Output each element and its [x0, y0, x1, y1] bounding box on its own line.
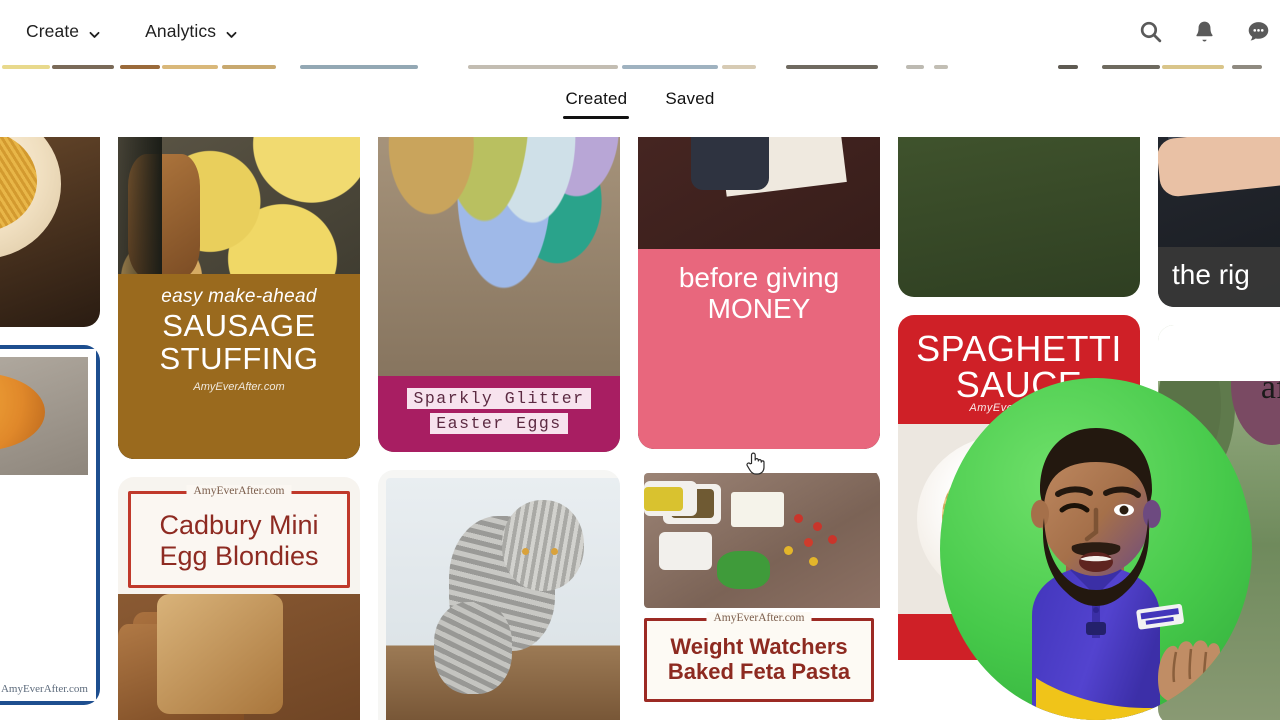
- tab-created[interactable]: Created: [563, 89, 630, 119]
- top-navigation-bar: Create Analytics: [0, 0, 1280, 63]
- messages-icon[interactable]: [1246, 19, 1272, 45]
- pinterest-profile-page: ents to table one ight king CK!: [0, 0, 1280, 720]
- pin-image: What to do when you forget to wear your …: [898, 137, 1140, 297]
- pin-card[interactable]: the rig: [1158, 137, 1280, 307]
- pin-title-line1: Sparkly Glitter: [407, 388, 591, 409]
- pin-title-frame: AmyEverAfter.com Weight Watchers Baked F…: [644, 612, 874, 702]
- mouse-cursor-pointer: [744, 450, 766, 476]
- chevron-down-icon: [225, 25, 238, 38]
- profile-tab-bar: Created Saved: [0, 71, 1280, 137]
- pin-card[interactable]: ents to table: [0, 137, 100, 327]
- pin-source: AmyEverAfter.com: [186, 485, 292, 497]
- pin-title: one ight king CK!: [0, 469, 96, 653]
- pin-column: easy make-ahead SAUSAGE STUFFING AmyEver…: [118, 137, 360, 720]
- pin-title-band: easy make-ahead SAUSAGE STUFFING AmyEver…: [118, 274, 360, 459]
- pin-title-line2: STUFFING: [159, 340, 319, 376]
- pin-image: one ight king CK! AmyEverAfter.com: [0, 345, 100, 705]
- pin-image: the rig: [1158, 137, 1280, 307]
- pin-card[interactable]: Sparkly Glitter Easter Eggs: [378, 137, 620, 452]
- pin-title-line1: before giving: [678, 262, 840, 293]
- chevron-down-icon: [88, 25, 101, 38]
- pin-title-line1: Weight Watchers: [670, 634, 848, 659]
- pin-title-line2: Baked Feta Pasta: [667, 658, 851, 684]
- pin-title-line2: MONEY: [707, 292, 811, 324]
- pin-column: before giving MONEY AmyEverAfter.com Wei…: [638, 137, 880, 720]
- pin-card[interactable]: before giving MONEY: [638, 137, 880, 449]
- pin-card[interactable]: AmyEverAfter.com How to Keep Ants Out of…: [378, 470, 620, 720]
- pin-title-line2: Easter Eggs: [430, 413, 568, 434]
- pin-source: AmyEverAfter.com: [706, 612, 812, 624]
- pin-title-band: the rig: [1158, 247, 1280, 307]
- pin-column: ents to table one ight king CK!: [0, 137, 100, 720]
- tab-label: Created: [565, 89, 628, 108]
- pin-subtitle: easy make-ahead: [161, 286, 317, 307]
- bell-icon[interactable]: [1192, 19, 1218, 45]
- pin-image: [118, 594, 360, 720]
- pin-title-frame: AmyEverAfter.com Cadbury Mini Egg Blondi…: [128, 485, 350, 588]
- nav-item-create[interactable]: Create: [26, 21, 101, 42]
- pin-title-line1: Cadbury Mini: [159, 510, 319, 540]
- pin-title-line1: SAUSAGE: [162, 308, 316, 343]
- search-icon[interactable]: [1138, 19, 1164, 45]
- pin-image: [386, 478, 620, 720]
- tab-saved[interactable]: Saved: [665, 89, 714, 119]
- pin-source: AmyEverAfter.com: [0, 683, 88, 695]
- nav-item-label: Create: [26, 21, 80, 41]
- pin-card[interactable]: AmyEverAfter.com Weight Watchers Baked F…: [638, 467, 880, 707]
- pin-image: easy make-ahead SAUSAGE STUFFING AmyEver…: [118, 137, 360, 459]
- nav-left-group: Create Analytics: [0, 21, 238, 42]
- pin-top-peek-strip: [0, 63, 1280, 71]
- tab-label: Saved: [665, 89, 715, 108]
- presenter-webcam: [940, 378, 1252, 720]
- pin-frame: one ight king CK! AmyEverAfter.com: [0, 345, 100, 705]
- nav-item-label: Analytics: [145, 21, 217, 41]
- pin-image: Sparkly Glitter Easter Eggs: [378, 137, 620, 452]
- pin-column: Sparkly Glitter Easter Eggs AmyEverAfter…: [378, 137, 620, 720]
- pin-image: [644, 473, 880, 608]
- pin-title-band: Sparkly Glitter Easter Eggs: [378, 376, 620, 452]
- pin-title-text: le affi AmyEver: [1255, 325, 1280, 720]
- pin-title-band: before giving MONEY: [638, 249, 880, 449]
- pin-title-line1: SPAGHETTI: [916, 328, 1122, 369]
- nav-item-analytics[interactable]: Analytics: [145, 21, 238, 42]
- pin-source: AmyEverAfter.com: [193, 381, 285, 394]
- pin-card[interactable]: easy make-ahead SAUSAGE STUFFING AmyEver…: [118, 137, 360, 459]
- pin-title-line2: Egg Blondies: [159, 540, 319, 571]
- pin-card[interactable]: one ight king CK! AmyEverAfter.com: [0, 345, 100, 705]
- pin-card[interactable]: AmyEverAfter.com Cadbury Mini Egg Blondi…: [118, 477, 360, 720]
- presenter-figure: [1031, 428, 1220, 720]
- pin-card[interactable]: What to do when you forget to wear your …: [898, 137, 1140, 297]
- pin-image: before giving MONEY: [638, 137, 880, 449]
- pin-image: [0, 137, 100, 327]
- nav-right-group: [1138, 19, 1280, 45]
